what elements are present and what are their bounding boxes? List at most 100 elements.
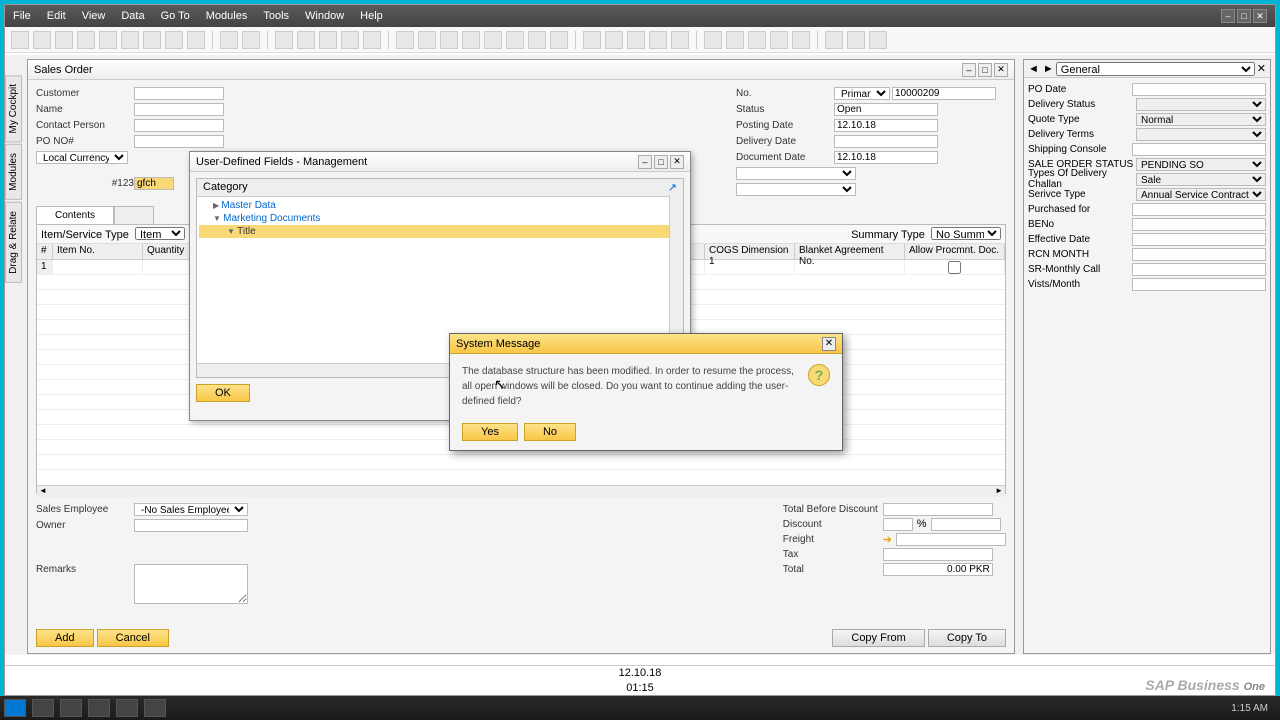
udfm-close-icon[interactable]: ✕ [670, 155, 684, 169]
menu-edit[interactable]: Edit [47, 10, 66, 22]
tb-icon[interactable] [187, 31, 205, 49]
no-button[interactable]: No [524, 423, 576, 441]
taskbar-icon[interactable] [144, 699, 166, 717]
remarks-input[interactable] [134, 564, 248, 604]
tb-icon[interactable] [550, 31, 568, 49]
menu-view[interactable]: View [82, 10, 106, 22]
tb-icon[interactable] [605, 31, 623, 49]
udfm-min-icon[interactable]: – [638, 155, 652, 169]
maximize-icon[interactable]: □ [1237, 9, 1251, 23]
side-tab-cockpit[interactable]: My Cockpit [5, 75, 22, 142]
tb-icon[interactable] [418, 31, 436, 49]
tb-icon[interactable] [275, 31, 293, 49]
udf-delterms[interactable] [1136, 128, 1266, 141]
tb-icon[interactable] [297, 31, 315, 49]
tb-icon[interactable] [55, 31, 73, 49]
side-tab-modules[interactable]: Modules [5, 144, 22, 200]
udf-quotetype[interactable]: Normal [1136, 113, 1266, 126]
udf-sostatus[interactable]: PENDING SO [1136, 158, 1266, 171]
so-max-icon[interactable]: □ [978, 63, 992, 77]
tree-title[interactable]: Title [199, 225, 681, 238]
tb-icon[interactable] [506, 31, 524, 49]
blank-select2[interactable] [736, 183, 856, 196]
owner-input[interactable] [134, 519, 248, 532]
start-icon[interactable] [4, 699, 26, 717]
copyto-button[interactable]: Copy To [928, 629, 1006, 647]
udf-podate[interactable] [1132, 83, 1266, 96]
tb-icon[interactable] [220, 31, 238, 49]
menu-file[interactable]: File [13, 10, 31, 22]
udf-general-select[interactable]: General [1056, 62, 1255, 76]
tb-icon[interactable] [319, 31, 337, 49]
tb-icon[interactable] [528, 31, 546, 49]
cancel-button[interactable]: Cancel [97, 629, 169, 647]
tb-icon[interactable] [396, 31, 414, 49]
tb-icon[interactable] [462, 31, 480, 49]
tb-icon[interactable] [770, 31, 788, 49]
so-close-icon[interactable]: ✕ [994, 63, 1008, 77]
side-tab-drag[interactable]: Drag & Relate [5, 202, 22, 283]
tb-icon[interactable] [671, 31, 689, 49]
udf-beno[interactable] [1132, 218, 1266, 231]
tb-icon[interactable] [33, 31, 51, 49]
tb-icon[interactable] [99, 31, 117, 49]
tab-blank[interactable] [114, 206, 154, 224]
tb-icon[interactable] [484, 31, 502, 49]
add-button[interactable]: Add [36, 629, 94, 647]
customer-input[interactable] [134, 87, 224, 100]
tb-icon[interactable] [847, 31, 865, 49]
name-input[interactable] [134, 103, 224, 116]
udf-delstatus[interactable] [1136, 98, 1266, 111]
menu-data[interactable]: Data [121, 10, 144, 22]
nav-left-icon[interactable]: ◄ [1028, 63, 1039, 75]
udf-shipping[interactable] [1132, 143, 1266, 156]
tb-icon[interactable] [869, 31, 887, 49]
currency-select[interactable]: Local Currency [36, 151, 128, 164]
primary-select[interactable]: Primary [834, 87, 890, 100]
discount-pct[interactable] [883, 518, 913, 531]
allow-checkbox[interactable] [948, 261, 961, 274]
tree-master-data[interactable]: Master Data [199, 199, 681, 212]
udf-vists[interactable] [1132, 278, 1266, 291]
itemservice-select[interactable]: Item [135, 227, 185, 240]
menu-modules[interactable]: Modules [206, 10, 248, 22]
tb-icon[interactable] [792, 31, 810, 49]
tb-icon[interactable] [165, 31, 183, 49]
nav-right-icon[interactable]: ► [1043, 63, 1054, 75]
yes-button[interactable]: Yes [462, 423, 518, 441]
udf-typesdel[interactable]: Sale [1136, 173, 1266, 186]
salesemp-select[interactable]: -No Sales Employee- [134, 503, 248, 516]
tb-icon[interactable] [242, 31, 260, 49]
menu-goto[interactable]: Go To [161, 10, 190, 22]
contact-input[interactable] [134, 119, 224, 132]
taskbar-icon[interactable] [60, 699, 82, 717]
taskbar-icon[interactable] [88, 699, 110, 717]
menu-tools[interactable]: Tools [263, 10, 289, 22]
tb-icon[interactable] [11, 31, 29, 49]
udf-rcn[interactable] [1132, 248, 1266, 261]
sys-close-icon[interactable]: ✕ [822, 337, 836, 351]
tb-icon[interactable] [583, 31, 601, 49]
minimize-icon[interactable]: – [1221, 9, 1235, 23]
tb-icon[interactable] [77, 31, 95, 49]
udfm-max-icon[interactable]: □ [654, 155, 668, 169]
pono-input[interactable] [134, 135, 224, 148]
expand-icon[interactable]: ↗ [668, 181, 677, 194]
udf-close-icon[interactable]: ✕ [1257, 62, 1266, 75]
so-min-icon[interactable]: – [962, 63, 976, 77]
ok-button[interactable]: OK [196, 384, 250, 402]
tb-icon[interactable] [825, 31, 843, 49]
docnum-input[interactable] [892, 87, 996, 100]
blank-select1[interactable] [736, 167, 856, 180]
delivery-input[interactable] [834, 135, 938, 148]
summary-select[interactable]: No Summary [931, 227, 1001, 240]
close-icon[interactable]: ✕ [1253, 9, 1267, 23]
menu-help[interactable]: Help [360, 10, 383, 22]
copyfrom-button[interactable]: Copy From [832, 629, 924, 647]
udf-effdate[interactable] [1132, 233, 1266, 246]
t123-input[interactable] [134, 177, 174, 190]
udf-servicetype[interactable]: Annual Service Contract [1136, 188, 1266, 201]
tb-icon[interactable] [649, 31, 667, 49]
tree-marketing-docs[interactable]: Marketing Documents [199, 212, 681, 225]
udf-purchased[interactable] [1132, 203, 1266, 216]
